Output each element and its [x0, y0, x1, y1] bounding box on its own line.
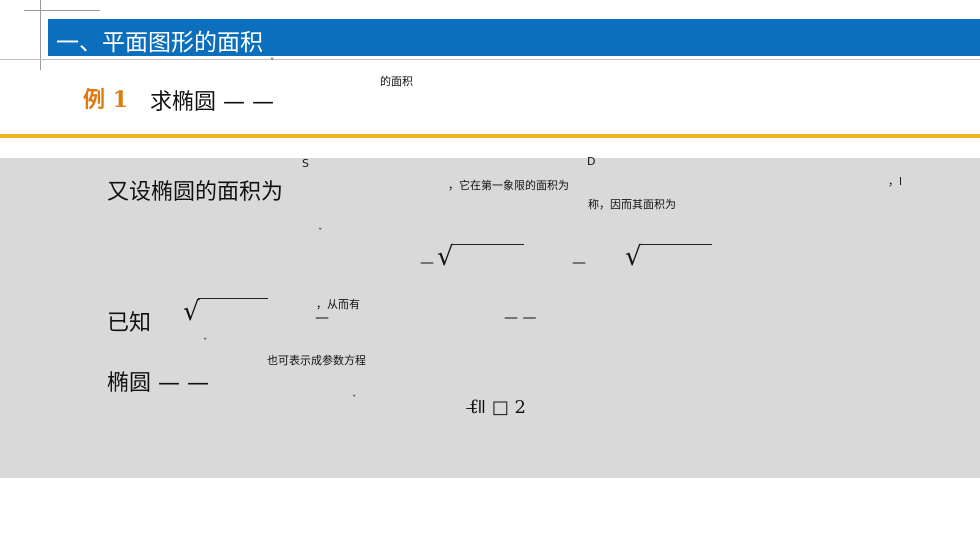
solution-line1-mid: ，它在第一象限的面积为 — [448, 179, 569, 192]
example-tick-mark: ˇ — [270, 58, 275, 68]
solution-line1-sub: 称，因而其面积为 — [588, 198, 676, 211]
sqrt-bar-2 — [640, 244, 712, 245]
solution-line5-tick: ˇ — [352, 395, 357, 405]
solution-line2-dash2: — — [572, 255, 586, 271]
solution-line3-lead: 已知 — [107, 311, 152, 336]
solution-line3-dash1: — — [315, 310, 329, 326]
solution-line1-lead: 又设椭圆的面积为 — [107, 180, 284, 205]
solution-line2-dash1: — — [420, 255, 434, 271]
solution-line3-dash2: — — — [504, 310, 537, 326]
solution-line5-glyphs: ƭ̶ǁ □ 2 — [470, 397, 526, 418]
sqrt-symbol-3: √ — [183, 297, 200, 327]
solution-line1-sup2: D — [587, 155, 596, 168]
solution-line4-lead: 椭圆 — — — [107, 371, 209, 396]
section-title: 一、平面图形的面积 — [56, 30, 263, 56]
solution-line4-note: 也可表示成参数方程 — [267, 354, 366, 367]
solution-line2-tick: ˇ — [318, 228, 323, 238]
solution-line4-tick: ˇ — [203, 338, 208, 348]
sqrt-symbol-2: √ — [625, 242, 642, 272]
example-question-tail: 的面积 — [380, 75, 413, 88]
solution-line1-sup: S — [302, 157, 309, 170]
sqrt-bar-3 — [198, 298, 268, 299]
corner-horizontal-line — [24, 10, 100, 11]
sqrt-bar-1 — [452, 244, 524, 245]
solution-line1-right: ，l — [888, 175, 903, 188]
example-question: 求椭圆 — — — [150, 90, 274, 115]
sqrt-symbol-1: √ — [437, 242, 454, 272]
example-separator — [0, 134, 980, 138]
example-label: 例 1 — [83, 87, 128, 113]
header-divider-line — [0, 59, 980, 60]
